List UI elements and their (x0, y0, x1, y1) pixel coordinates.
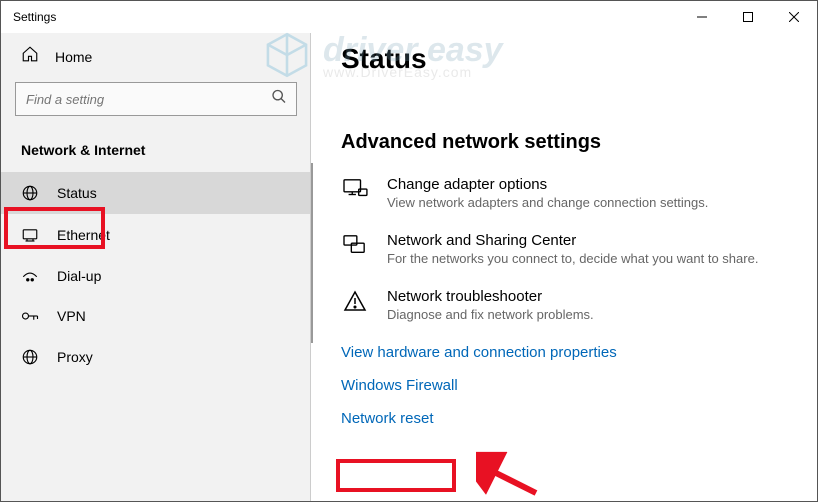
link-hardware-properties[interactable]: View hardware and connection properties (341, 344, 787, 361)
nav-label: Ethernet (57, 227, 110, 243)
home-icon (21, 45, 39, 68)
home-label: Home (55, 49, 92, 65)
sidebar-item-status[interactable]: Status (1, 172, 311, 214)
nav-label: Status (57, 185, 97, 201)
advanced-header: Advanced network settings (341, 131, 787, 154)
status-icon (21, 184, 39, 202)
proxy-icon (21, 348, 39, 366)
titlebar: Settings (1, 1, 817, 33)
nav-label: Dial-up (57, 268, 101, 284)
ethernet-icon (21, 226, 39, 244)
setting-title: Change adapter options (387, 176, 787, 193)
main-content: Status Advanced network settings Change … (310, 33, 817, 501)
vpn-icon (21, 309, 39, 323)
link-windows-firewall[interactable]: Windows Firewall (341, 377, 787, 394)
sidebar-item-vpn[interactable]: VPN (1, 296, 311, 336)
setting-troubleshooter[interactable]: Network troubleshooter Diagnose and fix … (341, 288, 787, 322)
sidebar-item-proxy[interactable]: Proxy (1, 336, 311, 378)
setting-desc: View network adapters and change connect… (387, 195, 787, 210)
nav-label: Proxy (57, 349, 93, 365)
setting-title: Network and Sharing Center (387, 232, 787, 249)
link-network-reset[interactable]: Network reset (341, 410, 787, 427)
section-header: Network & Internet (1, 134, 311, 172)
dialup-icon (21, 269, 39, 283)
window-controls (679, 1, 817, 33)
window-title: Settings (13, 10, 679, 24)
page-title: Status (341, 43, 787, 75)
setting-desc: Diagnose and fix network problems. (387, 307, 787, 322)
minimize-button[interactable] (679, 1, 725, 33)
setting-adapter-options[interactable]: Change adapter options View network adap… (341, 176, 787, 210)
setting-desc: For the networks you connect to, decide … (387, 251, 787, 266)
sidebar-item-dialup[interactable]: Dial-up (1, 256, 311, 296)
sharing-icon (341, 232, 369, 266)
sidebar: Home Network & Internet Status Ethernet … (1, 33, 311, 501)
close-button[interactable] (771, 1, 817, 33)
nav-label: VPN (57, 308, 86, 324)
search-icon (271, 89, 287, 110)
adapter-icon (341, 176, 369, 210)
home-nav[interactable]: Home (1, 33, 311, 82)
sidebar-item-ethernet[interactable]: Ethernet (1, 214, 311, 256)
setting-sharing-center[interactable]: Network and Sharing Center For the netwo… (341, 232, 787, 266)
maximize-button[interactable] (725, 1, 771, 33)
warning-icon (341, 288, 369, 322)
setting-title: Network troubleshooter (387, 288, 787, 305)
search-input[interactable] (15, 82, 297, 116)
scroll-indicator[interactable] (311, 163, 313, 343)
